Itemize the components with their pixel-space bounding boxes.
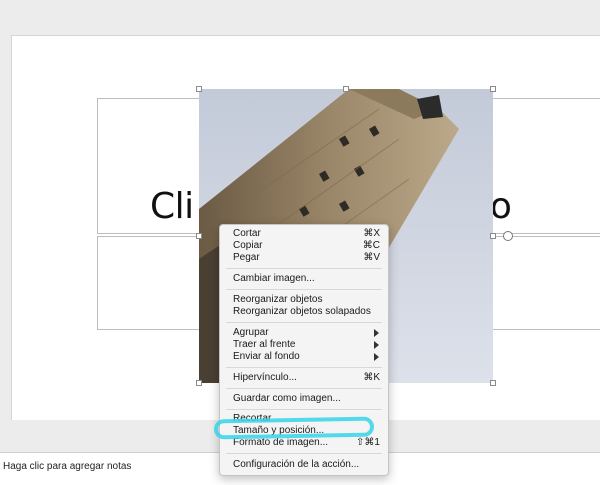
menu-item-change-image[interactable]: Cambiar imagen... [233,273,315,285]
menu-item-reorganize-overlapping[interactable]: Reorganizar objetos solapados [233,306,371,318]
menu-separator [226,409,382,410]
menu-shortcut-format-image: ⇧⌘1 [356,437,380,448]
menu-separator [226,453,382,454]
menu-separator [226,322,382,323]
submenu-arrow-icon [374,353,379,361]
resize-handle-top-center[interactable] [343,86,349,92]
menu-item-hyperlink[interactable]: Hipervínculo... [233,372,297,384]
menu-shortcut-paste: ⌘V [363,252,380,263]
menu-item-send-back[interactable]: Enviar al fondo [233,351,300,363]
menu-shortcut-hyperlink: ⌘K [363,372,380,383]
menu-separator [226,388,382,389]
menu-item-copy[interactable]: Copiar [233,240,262,252]
resize-handle-bottom-right[interactable] [490,380,496,386]
menu-shortcut-copy: ⌘C [362,240,380,251]
menu-separator [226,289,382,290]
menu-item-action-settings[interactable]: Configuración de la acción... [233,459,359,471]
annotation-highlight [213,416,375,440]
notes-placeholder[interactable]: Haga clic para agregar notas [3,461,131,472]
menu-item-save-as-image[interactable]: Guardar como imagen... [233,393,341,405]
menu-separator [226,367,382,368]
menu-shortcut-cut: ⌘X [363,228,380,239]
menu-separator [226,268,382,269]
rotate-handle[interactable] [503,231,513,241]
submenu-arrow-icon [374,341,379,349]
menu-item-paste[interactable]: Pegar [233,252,260,264]
resize-handle-mid-right[interactable] [490,233,496,239]
resize-handle-mid-left[interactable] [196,233,202,239]
menu-item-reorganize-objects[interactable]: Reorganizar objetos [233,294,323,306]
resize-handle-bottom-left[interactable] [196,380,202,386]
resize-handle-top-left[interactable] [196,86,202,92]
menu-item-bring-front[interactable]: Traer al frente [233,339,295,351]
title-text-left: Cli [150,186,194,227]
submenu-arrow-icon [374,329,379,337]
menu-item-cut[interactable]: Cortar [233,228,261,240]
menu-item-group[interactable]: Agrupar [233,327,269,339]
resize-handle-top-right[interactable] [490,86,496,92]
